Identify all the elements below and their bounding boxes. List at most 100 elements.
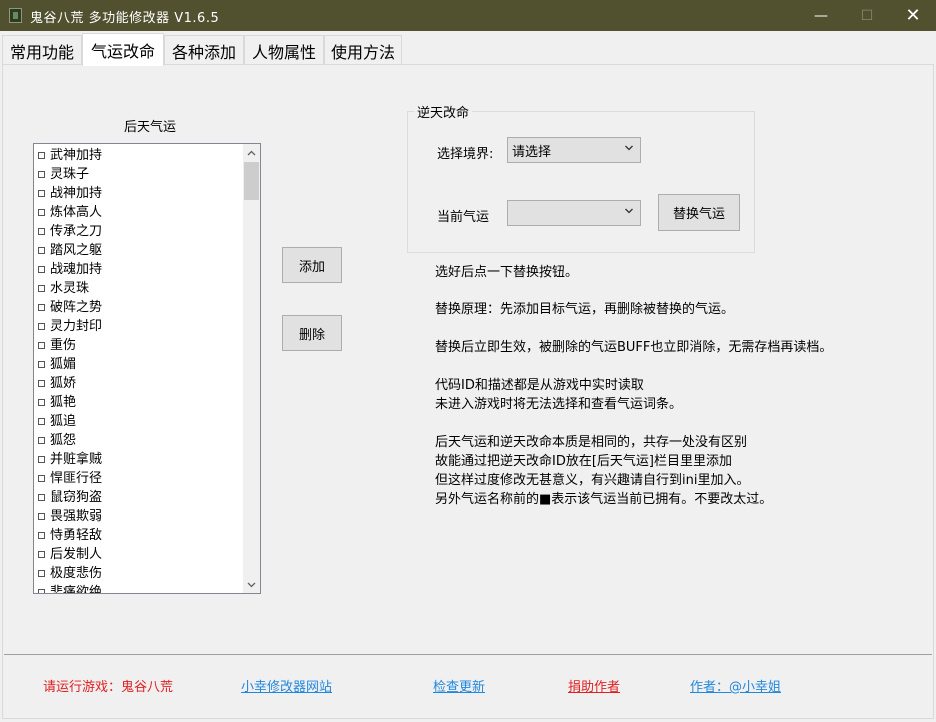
close-button[interactable]: ✕ xyxy=(890,0,936,31)
website-link[interactable]: 小幸修改器网站 xyxy=(241,676,332,695)
realm-label: 选择境界: xyxy=(437,147,494,162)
maximize-button[interactable]: ☐ xyxy=(844,0,890,31)
checkbox-icon xyxy=(38,399,45,406)
list-item-label: 恃勇轻敌 xyxy=(50,528,103,543)
checkbox-icon xyxy=(38,171,45,178)
list-item[interactable]: 武神加持 xyxy=(34,146,243,165)
fate-groupbox xyxy=(407,111,755,253)
list-item[interactable]: 狐媚 xyxy=(34,355,243,374)
list-item-label: 重伤 xyxy=(50,338,77,353)
footer-divider xyxy=(4,654,932,655)
app-icon xyxy=(9,8,22,23)
list-item-label: 狐艳 xyxy=(50,395,77,410)
list-item-label: 狐娇 xyxy=(50,376,77,391)
list-item[interactable]: 水灵珠 xyxy=(34,279,243,298)
list-item-label: 悍匪行径 xyxy=(50,471,103,486)
checkbox-icon xyxy=(38,532,45,539)
checkbox-icon xyxy=(38,437,45,444)
list-item-label: 灵力封印 xyxy=(50,319,103,334)
realm-select[interactable]: 请选择 xyxy=(507,137,641,163)
list-item-label: 战魂加持 xyxy=(50,262,103,277)
list-item-label: 武神加持 xyxy=(50,148,103,163)
minimize-button[interactable]: — xyxy=(798,0,844,31)
list-item-label: 并赃拿贼 xyxy=(50,452,103,467)
checkbox-icon xyxy=(38,418,45,425)
checkbox-icon xyxy=(38,190,45,197)
checkbox-icon xyxy=(38,152,45,159)
checkbox-icon xyxy=(38,513,45,520)
window-title: 鬼谷八荒 多功能修改器 V1.6.5 xyxy=(30,11,220,26)
list-item[interactable]: 灵珠子 xyxy=(34,165,243,184)
list-item[interactable]: 传承之刀 xyxy=(34,222,243,241)
tab-usage[interactable]: 使用方法 xyxy=(324,35,402,65)
list-item[interactable]: 狐娇 xyxy=(34,374,243,393)
list-item[interactable]: 狐艳 xyxy=(34,393,243,412)
tab-character-attributes[interactable]: 人物属性 xyxy=(244,35,324,65)
title-bar: 鬼谷八荒 多功能修改器 V1.6.5 — ☐ ✕ xyxy=(0,0,936,31)
tab-common-functions[interactable]: 常用功能 xyxy=(2,35,82,65)
info-line: 后天气运和逆天改命本质是相同的，共存一处没有区别 xyxy=(435,435,748,450)
checkbox-icon xyxy=(38,551,45,558)
list-item[interactable]: 狐怨 xyxy=(34,431,243,450)
checkbox-icon xyxy=(38,304,45,311)
list-item-label: 极度悲伤 xyxy=(50,566,103,581)
list-item-label: 鼠窃狗盗 xyxy=(50,490,103,505)
tab-add-items[interactable]: 各种添加 xyxy=(164,35,244,65)
info-line: 替换原理：先添加目标气运，再删除被替换的气运。 xyxy=(435,302,735,317)
list-item[interactable]: 悍匪行径 xyxy=(34,469,243,488)
checkbox-icon xyxy=(38,361,45,368)
luck-list-title: 后天气运 xyxy=(124,120,177,135)
list-item[interactable]: 战魂加持 xyxy=(34,260,243,279)
luck-list-scrollbar[interactable] xyxy=(243,144,260,593)
list-item-label: 后发制人 xyxy=(50,547,103,562)
chevron-down-icon xyxy=(625,145,633,151)
checkbox-icon xyxy=(38,380,45,387)
list-item-label: 狐媚 xyxy=(50,357,77,372)
list-item[interactable]: 破阵之势 xyxy=(34,298,243,317)
scroll-thumb[interactable] xyxy=(244,162,259,200)
list-item[interactable]: 极度悲伤 xyxy=(34,564,243,583)
list-item-label: 战神加持 xyxy=(50,186,103,201)
list-item[interactable]: 悲痛欲绝 xyxy=(34,583,243,593)
list-item[interactable]: 重伤 xyxy=(34,336,243,355)
checkbox-icon xyxy=(38,494,45,501)
checkbox-icon xyxy=(38,475,45,482)
checkbox-icon xyxy=(38,323,45,330)
info-line: 另外气运名称前的■表示该气运当前已拥有。不要改太过。 xyxy=(435,492,773,507)
chevron-down-icon xyxy=(625,208,633,214)
checkbox-icon xyxy=(38,285,45,292)
delete-button[interactable]: 删除 xyxy=(282,315,342,351)
checkbox-icon xyxy=(38,589,45,593)
list-item[interactable]: 鼠窃狗盗 xyxy=(34,488,243,507)
checkbox-icon xyxy=(38,209,45,216)
check-update-link[interactable]: 检查更新 xyxy=(433,676,485,695)
add-button[interactable]: 添加 xyxy=(282,247,342,283)
list-item-label: 狐追 xyxy=(50,414,77,429)
scroll-down-icon[interactable] xyxy=(243,576,260,593)
list-item[interactable]: 踏风之躯 xyxy=(34,241,243,260)
info-line: 故能通过把逆天改命ID放在[后天气运]栏目里里添加 xyxy=(435,454,732,469)
list-item[interactable]: 恃勇轻敌 xyxy=(34,526,243,545)
donate-link[interactable]: 捐助作者 xyxy=(568,676,620,695)
scroll-up-icon[interactable] xyxy=(243,144,260,161)
list-item-label: 水灵珠 xyxy=(50,281,90,296)
list-item-label: 畏强欺弱 xyxy=(50,509,103,524)
list-item[interactable]: 并赃拿贼 xyxy=(34,450,243,469)
list-item-label: 狐怨 xyxy=(50,433,77,448)
list-item-label: 炼体高人 xyxy=(50,205,103,220)
current-luck-select[interactable] xyxy=(507,200,641,226)
tab-luck-change[interactable]: 气运改命 xyxy=(82,33,164,66)
replace-luck-button[interactable]: 替换气运 xyxy=(658,194,740,231)
current-luck-label: 当前气运 xyxy=(437,210,490,225)
list-item[interactable]: 战神加持 xyxy=(34,184,243,203)
list-item[interactable]: 炼体高人 xyxy=(34,203,243,222)
list-item[interactable]: 后发制人 xyxy=(34,545,243,564)
list-item[interactable]: 灵力封印 xyxy=(34,317,243,336)
author-link[interactable]: 作者：@小幸姐 xyxy=(690,676,781,695)
info-line: 但这样过度修改无甚意义，有兴趣请自行到ini里加入。 xyxy=(435,473,750,488)
list-item[interactable]: 畏强欺弱 xyxy=(34,507,243,526)
luck-listbox[interactable]: 武神加持灵珠子战神加持炼体高人传承之刀踏风之躯战魂加持水灵珠破阵之势灵力封印重伤… xyxy=(33,143,261,594)
list-item-label: 踏风之躯 xyxy=(50,243,103,258)
info-line: 未进入游戏时将无法选择和查看气运词条。 xyxy=(435,397,683,412)
list-item[interactable]: 狐追 xyxy=(34,412,243,431)
